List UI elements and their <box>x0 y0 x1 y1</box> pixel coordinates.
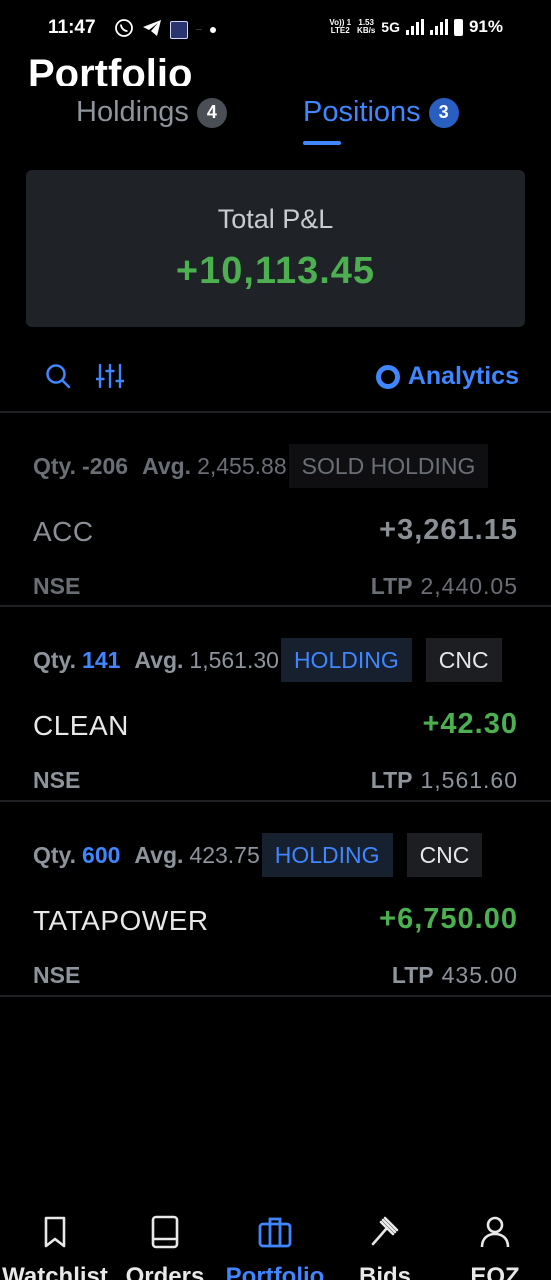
search-icon[interactable] <box>45 363 71 389</box>
status-notification-icons: ··· <box>114 18 216 41</box>
ltp-value: 2,440.05 <box>420 573 518 599</box>
product-badge: CNC <box>406 833 483 877</box>
ltp-value: 435.00 <box>441 962 518 988</box>
gavel-icon <box>371 1216 399 1246</box>
ltp-label: LTP <box>391 962 434 988</box>
divider <box>0 605 551 607</box>
position-pnl: +3,261.15 <box>379 514 518 546</box>
status-system-icons: Vo)) 1 LTE2 1.53 KB/s 5G 91% <box>329 17 503 37</box>
qty-value: 600 <box>82 841 121 868</box>
positions-toolbar: Analytics <box>0 352 551 402</box>
position-row-tatapower[interactable]: Qty. 600 Avg. 423.75 HOLDING CNC TATAPOW… <box>0 817 551 1007</box>
qty-value: 141 <box>82 646 121 673</box>
battery-icon <box>453 18 463 36</box>
user-icon <box>480 1216 510 1248</box>
symbol: TATAPOWER <box>33 905 209 936</box>
whatsapp-icon <box>114 18 134 41</box>
nav-bids[interactable]: Bids <box>330 1214 440 1280</box>
ltp-label: LTP <box>370 573 413 599</box>
ltp: LTP 435.00 <box>392 962 518 989</box>
nav-orders[interactable]: Orders <box>110 1214 220 1280</box>
notification-icon: ··· <box>196 26 202 33</box>
tab-bar: Holdings 4 Positions 3 <box>0 96 551 146</box>
ltp: LTP 2,440.05 <box>371 573 518 600</box>
avg-label: Avg. <box>134 841 184 868</box>
product-badge: CNC <box>425 638 502 682</box>
qty-label: Qty. <box>33 646 77 673</box>
divider <box>0 995 551 997</box>
exchange: NSE <box>33 767 81 793</box>
position-row-clean[interactable]: Qty. 141 Avg. 1,561.30 HOLDING CNC CLEAN… <box>0 622 551 812</box>
signal-icon-2 <box>429 19 448 35</box>
qty-value: -206 <box>82 452 129 479</box>
tab-positions-label: Positions <box>303 96 421 128</box>
ltp-label: LTP <box>370 767 413 793</box>
symbol: ACC <box>33 516 94 547</box>
page-title: Portfolio <box>28 52 193 86</box>
network-speed: 1.53 KB/s <box>357 19 375 35</box>
avg-value: 423.75 <box>189 841 260 868</box>
nav-watchlist-label: Watchlist <box>2 1263 108 1280</box>
total-pnl-card: Total P&L +10,113.45 <box>26 170 525 327</box>
status-badge: HOLDING <box>261 833 393 877</box>
nav-portfolio-label: Portfolio <box>225 1263 325 1280</box>
app-icon <box>170 20 188 39</box>
volte-line2: LTE2 <box>330 26 350 35</box>
tab-holdings[interactable]: Holdings 4 <box>76 96 227 129</box>
total-pnl-label: Total P&L <box>217 204 334 234</box>
status-badge: HOLDING <box>280 638 412 682</box>
qty-label: Qty. <box>33 841 77 868</box>
position-meta: Qty. -206 Avg. 2,455.88 SOLD HOLDING <box>33 444 489 488</box>
status-badge: SOLD HOLDING <box>288 444 489 488</box>
ltp: LTP 1,561.60 <box>371 767 518 794</box>
network-type: 5G <box>381 19 400 35</box>
nav-eqz-label: EQZ <box>470 1263 520 1280</box>
position-pnl: +6,750.00 <box>379 903 518 935</box>
volte-indicator: Vo)) 1 LTE2 <box>329 19 351 35</box>
exchange: NSE <box>33 962 81 988</box>
divider <box>0 800 551 802</box>
qty-label: Qty. <box>33 452 77 479</box>
nav-orders-label: Orders <box>125 1263 205 1280</box>
position-row-acc[interactable]: Qty. -206 Avg. 2,455.88 SOLD HOLDING ACC… <box>0 428 551 618</box>
tab-positions[interactable]: Positions 3 <box>303 96 459 129</box>
position-pnl: +42.30 <box>422 708 518 740</box>
total-pnl-value: +10,113.45 <box>175 250 376 292</box>
avg-value: 2,455.88 <box>197 452 287 479</box>
active-tab-indicator <box>303 141 341 145</box>
battery-percent: 91% <box>468 17 503 36</box>
tab-holdings-count: 4 <box>196 97 227 128</box>
avg-label: Avg. <box>134 646 184 673</box>
nav-bids-label: Bids <box>358 1263 411 1280</box>
analytics-button[interactable]: Analytics <box>375 362 519 391</box>
position-meta: Qty. 141 Avg. 1,561.30 HOLDING CNC <box>33 638 502 682</box>
briefcase-icon <box>258 1217 292 1248</box>
analytics-label: Analytics <box>407 362 519 390</box>
book-icon <box>151 1215 179 1249</box>
nav-portfolio[interactable]: Portfolio <box>220 1214 330 1280</box>
ltp-value: 1,561.60 <box>420 767 518 793</box>
status-time: 11:47 <box>48 17 96 38</box>
nav-watchlist[interactable]: Watchlist <box>0 1214 110 1280</box>
symbol: CLEAN <box>33 710 129 741</box>
position-meta: Qty. 600 Avg. 423.75 HOLDING CNC <box>33 833 483 877</box>
filter-sliders-icon[interactable] <box>95 363 125 389</box>
avg-label: Avg. <box>142 452 192 479</box>
divider <box>0 411 551 413</box>
signal-icon <box>405 19 424 35</box>
nav-eqz[interactable]: EQZ <box>440 1214 550 1280</box>
speed-unit: KB/s <box>357 26 376 35</box>
analytics-icon <box>375 364 400 389</box>
tab-positions-count: 3 <box>428 97 459 128</box>
bookmark-icon <box>44 1216 66 1248</box>
avg-value: 1,561.30 <box>189 646 279 673</box>
telegram-icon <box>142 19 162 40</box>
exchange: NSE <box>33 573 81 599</box>
tab-holdings-label: Holdings <box>76 96 189 128</box>
bottom-nav: Watchlist Orders Portfolio Bids EQZ <box>0 1200 551 1280</box>
dot-icon <box>210 26 216 33</box>
